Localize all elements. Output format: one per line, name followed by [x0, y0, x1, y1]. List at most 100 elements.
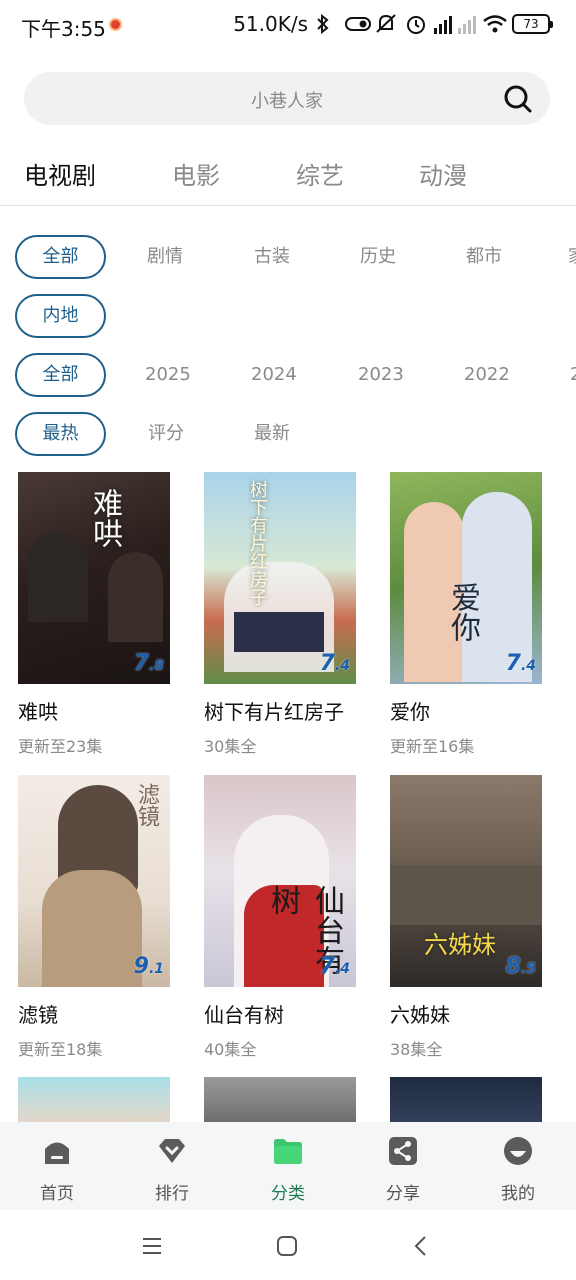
home-button-icon[interactable]: [275, 1234, 299, 1258]
nav-share[interactable]: 分享: [363, 1122, 443, 1210]
profile-icon: [504, 1137, 532, 1165]
score-badge: 7.4: [505, 651, 536, 676]
show-card[interactable]: 树下有片红房子 7.4 树下有片红房子 30集全: [204, 472, 356, 757]
tab-tv-series[interactable]: 电视剧: [24, 156, 96, 191]
show-poster[interactable]: 六姊妹 8.5: [390, 775, 542, 987]
show-status: 30集全: [204, 737, 257, 756]
genre-chip[interactable]: 古装: [254, 235, 290, 279]
notification-dot-icon: [109, 18, 122, 31]
year-chip[interactable]: 2023: [358, 353, 404, 397]
nav-label: 分享: [386, 1184, 420, 1204]
toggle-icon: [344, 13, 371, 35]
score-badge: 7.4: [319, 651, 350, 676]
signal-icon: [434, 14, 452, 34]
bluetooth-icon: [314, 13, 338, 35]
year-chip-partial[interactable]: 2: [570, 353, 576, 397]
sort-chip-rating[interactable]: 评分: [148, 412, 184, 456]
nav-ranking[interactable]: 排行: [132, 1122, 212, 1210]
show-status: 40集全: [204, 1040, 257, 1059]
show-title: 滤镜: [18, 1003, 58, 1027]
year-chip[interactable]: 2025: [145, 353, 191, 397]
score-badge: 7.8: [133, 651, 164, 676]
nav-label: 首页: [40, 1184, 74, 1204]
year-chip[interactable]: 2024: [251, 353, 297, 397]
score-badge: 7.4: [319, 954, 350, 979]
sort-chip-hot[interactable]: 最热: [15, 412, 106, 456]
search-icon[interactable]: [503, 84, 533, 114]
show-status: 更新至16集: [390, 737, 475, 756]
show-poster[interactable]: 难哄 7.8: [18, 472, 170, 684]
nav-profile[interactable]: 我的: [478, 1122, 558, 1210]
region-filter-row: 内地: [0, 294, 576, 338]
bottom-navigation: 首页 排行 分类 分享 我的: [0, 1122, 576, 1210]
tab-anime[interactable]: 动漫: [419, 156, 467, 191]
sort-chip-latest[interactable]: 最新: [254, 412, 290, 456]
score-badge: 8.5: [505, 954, 536, 979]
ranking-icon: [159, 1139, 185, 1163]
system-navigation: [0, 1210, 576, 1280]
folder-icon: [274, 1139, 302, 1164]
share-icon: [389, 1137, 417, 1165]
network-speed: 51.0K/s: [233, 12, 308, 36]
year-chip-all[interactable]: 全部: [15, 353, 106, 397]
poster-title: 六姊妹: [424, 931, 496, 959]
genre-chip-all[interactable]: 全部: [15, 235, 106, 279]
poster-title: 爱你: [445, 582, 480, 642]
show-poster[interactable]: [18, 1077, 170, 1122]
poster-title: 难哄: [87, 488, 122, 548]
back-icon[interactable]: [409, 1234, 433, 1258]
battery-indicator: 73: [512, 14, 553, 34]
category-tabs: 电视剧 电影 综艺 动漫: [0, 150, 576, 206]
poster-title: 树下有片红房子: [247, 480, 268, 606]
show-card-partial[interactable]: [204, 1077, 356, 1122]
show-card[interactable]: 仙台有树 7.4 仙台有树 40集全: [204, 775, 356, 1060]
region-chip[interactable]: 内地: [15, 294, 106, 338]
signal-2-icon: [458, 14, 476, 34]
show-card[interactable]: 六姊妹 8.5 六姊妹 38集全: [390, 775, 542, 1060]
mute-icon: [374, 13, 398, 35]
show-card[interactable]: 滤镜 9.1 滤镜 更新至18集: [18, 775, 170, 1060]
genre-chip[interactable]: 剧情: [147, 235, 183, 279]
status-bar: 下午3:55 51.0K/s 73: [0, 0, 576, 52]
show-status: 38集全: [390, 1040, 443, 1059]
show-title: 爱你: [390, 700, 430, 724]
show-poster[interactable]: 滤镜 9.1: [18, 775, 170, 987]
show-card-partial[interactable]: [390, 1077, 542, 1122]
show-title: 难哄: [18, 700, 58, 724]
tab-variety[interactable]: 综艺: [296, 156, 344, 191]
show-poster[interactable]: 树下有片红房子 7.4: [204, 472, 356, 684]
show-title: 树下有片红房子: [204, 700, 344, 724]
show-card[interactable]: 爱你 7.4 爱你 更新至16集: [390, 472, 542, 757]
alarm-icon: [404, 13, 428, 35]
wifi-icon: [482, 13, 507, 35]
show-card[interactable]: 难哄 7.8 难哄 更新至23集: [18, 472, 170, 757]
status-indicators: 51.0K/s 73: [233, 12, 553, 36]
sort-filter-row: 最热 评分 最新: [0, 412, 576, 456]
nav-home[interactable]: 首页: [17, 1122, 97, 1210]
nav-label: 我的: [501, 1184, 535, 1204]
show-title: 仙台有树: [204, 1003, 284, 1027]
search-placeholder: 小巷人家: [251, 91, 323, 112]
score-badge: 9.1: [133, 954, 164, 979]
menu-icon[interactable]: [140, 1234, 164, 1258]
genre-chip[interactable]: 都市: [466, 235, 502, 279]
show-status: 更新至23集: [18, 737, 103, 756]
show-poster[interactable]: 仙台有树 7.4: [204, 775, 356, 987]
genre-chip-partial[interactable]: 家: [568, 235, 576, 279]
nav-category[interactable]: 分类: [248, 1122, 328, 1210]
genre-chip[interactable]: 历史: [360, 235, 396, 279]
nav-label: 排行: [155, 1184, 189, 1204]
show-poster[interactable]: [390, 1077, 542, 1122]
tab-movies[interactable]: 电影: [172, 156, 220, 191]
genre-filter-row: 全部 剧情 古装 历史 都市 家: [0, 235, 576, 279]
show-card-partial[interactable]: [18, 1077, 170, 1122]
nav-label: 分类: [271, 1184, 305, 1204]
show-poster[interactable]: [204, 1077, 356, 1122]
year-filter-row: 全部 2025 2024 2023 2022 2: [0, 353, 576, 397]
search-bar[interactable]: 小巷人家: [24, 72, 550, 125]
status-time: 下午3:55: [21, 17, 106, 41]
show-title: 六姊妹: [390, 1003, 450, 1027]
year-chip[interactable]: 2022: [464, 353, 510, 397]
show-poster[interactable]: 爱你 7.4: [390, 472, 542, 684]
home-icon: [45, 1142, 69, 1164]
